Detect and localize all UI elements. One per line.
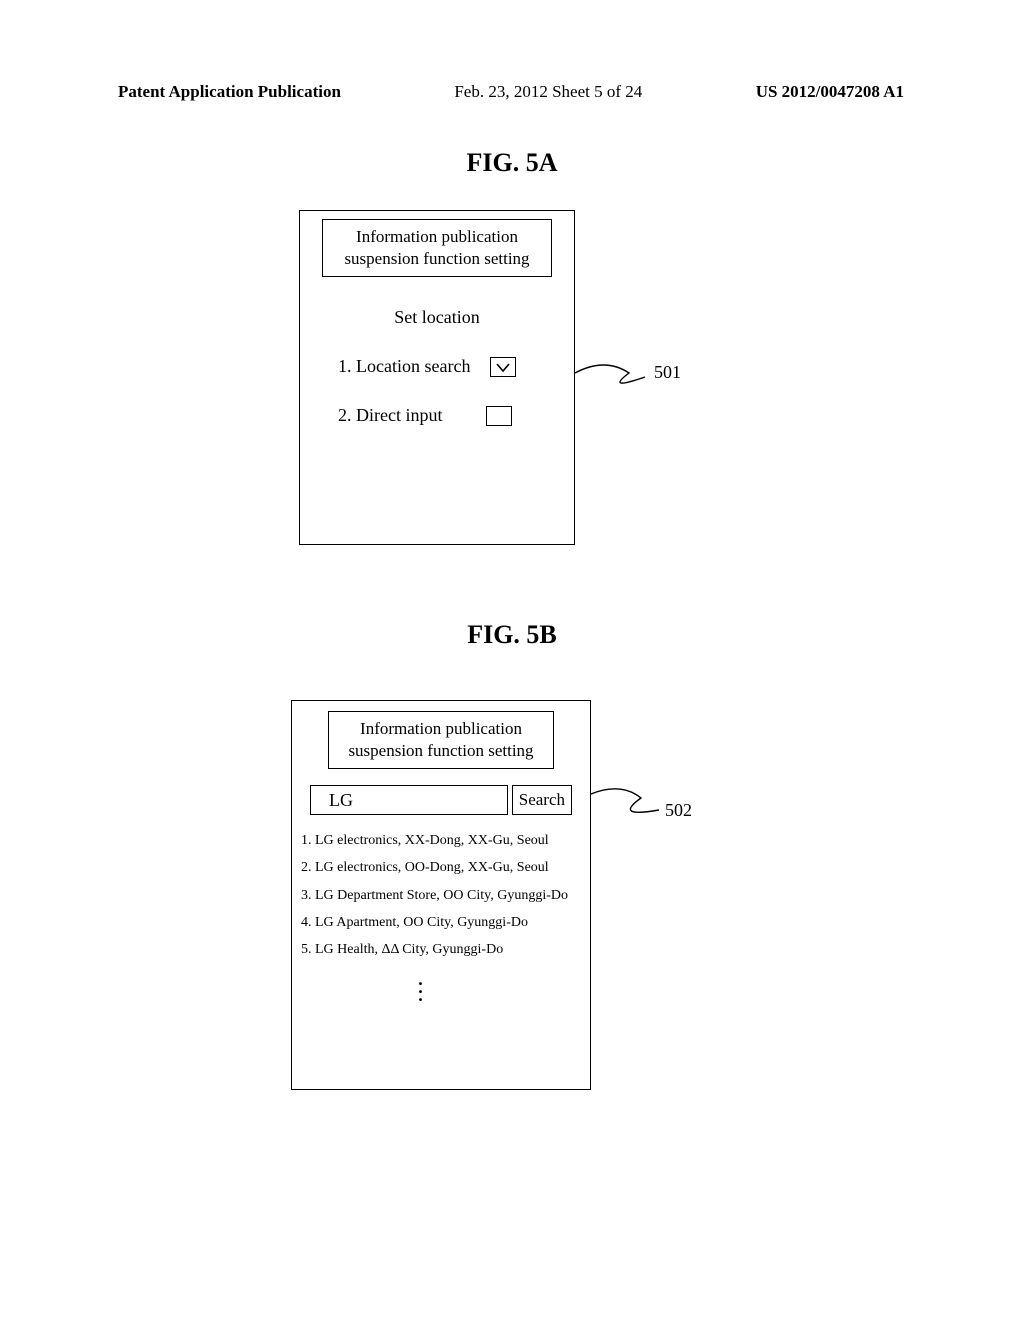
leader-line-502	[591, 790, 666, 820]
location-search-label: 1. Location search	[338, 356, 470, 377]
checkbox-location-search[interactable]	[490, 357, 516, 377]
header-middle: Feb. 23, 2012 Sheet 5 of 24	[454, 82, 642, 102]
direct-input-label: 2. Direct input	[338, 405, 442, 426]
title-line2-b: suspension function setting	[333, 740, 549, 762]
vertical-ellipsis-icon: ...	[255, 974, 588, 999]
title-box-5b: Information publication suspension funct…	[328, 711, 554, 769]
list-item[interactable]: 4. LG Apartment, OO City, Gyunggi-Do	[301, 909, 588, 936]
title-line1: Information publication	[327, 226, 547, 248]
leader-line-501	[575, 363, 650, 393]
set-location-label: Set location	[300, 307, 574, 328]
search-bar: LG Search	[310, 785, 572, 815]
header-left: Patent Application Publication	[118, 82, 341, 102]
search-input[interactable]: LG	[310, 785, 508, 815]
row-location-search: 1. Location search	[300, 356, 574, 377]
screen-5a: Information publication suspension funct…	[299, 210, 575, 545]
figure-label-5a: FIG. 5A	[0, 148, 1024, 178]
list-item[interactable]: 5. LG Health, ΔΔ City, Gyunggi-Do	[301, 936, 588, 963]
title-line2: suspension function setting	[327, 248, 547, 270]
figure-label-5b: FIG. 5B	[0, 620, 1024, 650]
title-box-5a: Information publication suspension funct…	[322, 219, 552, 277]
screen-5b: Information publication suspension funct…	[291, 700, 591, 1090]
ref-number-502: 502	[665, 800, 692, 821]
checkbox-direct-input[interactable]	[486, 406, 512, 426]
list-item[interactable]: 1. LG electronics, XX-Dong, XX-Gu, Seoul	[301, 827, 588, 854]
list-item[interactable]: 3. LG Department Store, OO City, Gyunggi…	[301, 882, 588, 909]
search-button[interactable]: Search	[512, 785, 572, 815]
header-right: US 2012/0047208 A1	[756, 82, 904, 102]
page-header: Patent Application Publication Feb. 23, …	[118, 82, 904, 102]
list-item[interactable]: 2. LG electronics, OO-Dong, XX-Gu, Seoul	[301, 854, 588, 881]
checkmark-icon	[494, 360, 512, 374]
title-line1-b: Information publication	[333, 718, 549, 740]
search-result-list: 1. LG electronics, XX-Dong, XX-Gu, Seoul…	[292, 827, 590, 999]
row-direct-input: 2. Direct input	[300, 405, 574, 426]
ref-number-501: 501	[654, 362, 681, 383]
